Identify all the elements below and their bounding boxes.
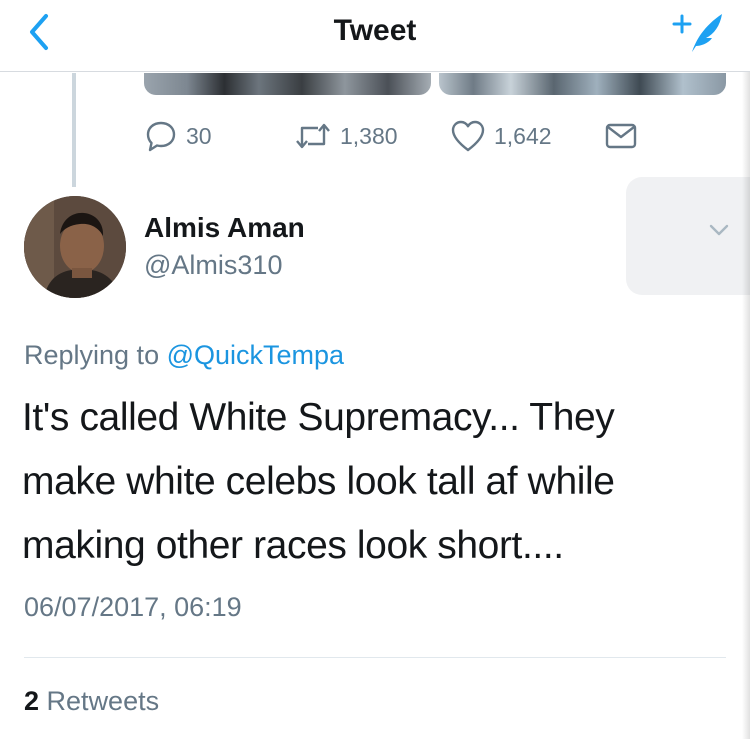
reply-button[interactable]: 30 [144, 118, 212, 154]
divider [24, 657, 726, 658]
navigation-bar: Tweet [0, 0, 750, 72]
retweets-stat[interactable]: 2 Retweets [24, 686, 159, 717]
retweet-count: 1,380 [340, 122, 398, 149]
retweets-stat-label: Retweets [46, 686, 160, 716]
direct-message-button[interactable] [604, 118, 638, 154]
author-handle[interactable]: @Almis310 [144, 250, 282, 281]
thread-connector-line [72, 73, 76, 187]
media-image[interactable] [439, 73, 726, 95]
replying-to-mention[interactable]: @QuickTempa [167, 340, 344, 370]
retweets-stat-count: 2 [24, 686, 40, 716]
envelope-icon [605, 123, 637, 149]
media-image[interactable] [144, 73, 431, 95]
compose-tweet-icon [672, 14, 722, 52]
reply-count: 30 [186, 122, 212, 149]
retweet-icon [296, 123, 330, 149]
tweet-text: It's called White Supremacy... They make… [22, 396, 615, 567]
like-count: 1,642 [494, 122, 552, 149]
avatar-photo [24, 196, 126, 298]
heart-icon [451, 120, 485, 152]
retweet-button[interactable]: 1,380 [294, 118, 398, 154]
tweet-options-button[interactable] [626, 177, 750, 295]
chevron-down-icon [709, 224, 729, 236]
parent-tweet-media[interactable] [144, 73, 726, 95]
avatar[interactable] [24, 196, 126, 298]
tweet-timestamp: 06/07/2017, 06:19 [24, 592, 242, 622]
compose-tweet-button[interactable] [670, 8, 726, 56]
reply-icon [146, 121, 176, 152]
author-name[interactable]: Almis Aman [144, 212, 305, 244]
replying-to-line: Replying to @QuickTempa [24, 340, 344, 371]
screen-edge-shadow [742, 0, 750, 739]
page-title: Tweet [333, 14, 417, 47]
like-button[interactable]: 1,642 [450, 118, 552, 154]
replying-to-label: Replying to [24, 340, 160, 370]
